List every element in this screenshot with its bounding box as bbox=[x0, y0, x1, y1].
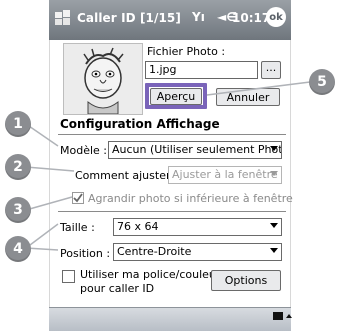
callout-1: 1 bbox=[5, 111, 31, 137]
callout-lines bbox=[25, 81, 311, 251]
callout-5: 5 bbox=[309, 69, 335, 95]
callout-4: 4 bbox=[5, 236, 31, 262]
callout-3: 3 bbox=[5, 197, 31, 223]
callout-2: 2 bbox=[5, 154, 31, 180]
